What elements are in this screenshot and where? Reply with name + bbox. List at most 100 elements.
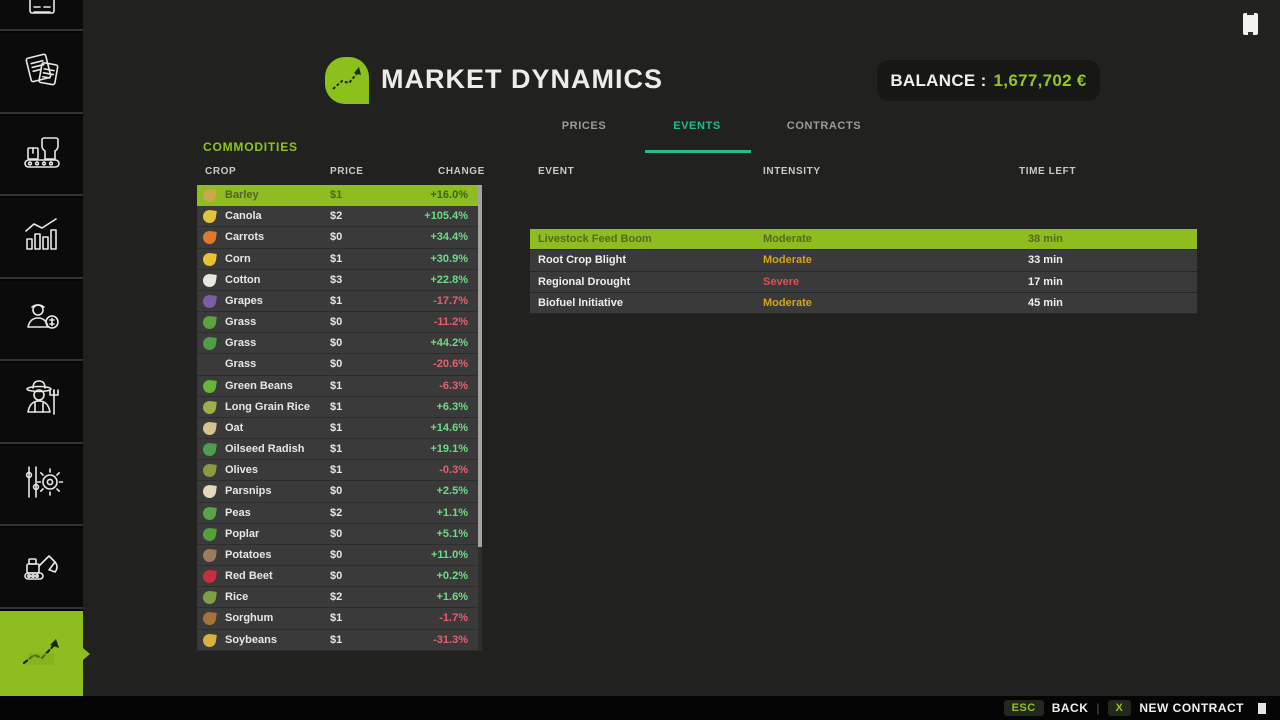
sidebar-item-partial-top[interactable] [0, 0, 83, 31]
event-table: Livestock Feed BoomModerate38 minRoot Cr… [530, 229, 1197, 314]
parsnips-icon [202, 485, 217, 500]
farmer-icon [18, 376, 66, 429]
green-beans-icon [202, 379, 217, 394]
crop-name: Red Beet [225, 570, 273, 582]
crop-name: Long Grain Rice [225, 401, 310, 413]
crop-change: +1.1% [437, 507, 469, 519]
commodity-row[interactable]: Canola$2+105.4% [197, 206, 478, 227]
commodity-row[interactable]: Poplar$0+5.1% [197, 524, 478, 545]
grass-icon [202, 315, 217, 330]
commodity-row[interactable]: Cotton$3+22.8% [197, 270, 478, 291]
tab-prices[interactable]: PRICES [562, 120, 607, 132]
documents-icon [20, 48, 64, 97]
x-key-badge: X [1108, 700, 1132, 716]
crop-price: $2 [330, 591, 342, 603]
canola-icon [202, 209, 217, 224]
commodity-scrollbar-thumb[interactable] [478, 185, 482, 547]
carrots-icon [202, 231, 217, 246]
commodity-row[interactable]: Olives$1-0.3% [197, 460, 478, 481]
event-time-left: 17 min [1028, 276, 1063, 288]
commodity-row[interactable]: Long Grain Rice$1+6.3% [197, 397, 478, 418]
event-row[interactable]: Root Crop BlightModerate33 min [530, 250, 1197, 271]
event-row[interactable]: Livestock Feed BoomModerate38 min [530, 229, 1197, 250]
crop-price: $1 [330, 464, 342, 476]
crop-name: Grapes [225, 295, 263, 307]
commodity-row[interactable]: Green Beans$1-6.3% [197, 376, 478, 397]
crop-change: +105.4% [424, 210, 468, 222]
crop-price: $0 [330, 549, 342, 561]
commodity-row[interactable]: Sorghum$1-1.7% [197, 608, 478, 629]
crop-change: +19.1% [430, 443, 468, 455]
long-grain-rice-icon [202, 400, 217, 415]
crop-name: Carrots [225, 231, 264, 243]
event-intensity: Moderate [763, 297, 812, 309]
crop-change: +44.2% [430, 337, 468, 349]
crop-name: Sorghum [225, 612, 273, 624]
commodity-row[interactable]: Parsnips$0+2.5% [197, 481, 478, 502]
commodity-row[interactable]: Peas$2+1.1% [197, 503, 478, 524]
crop-price: $0 [330, 231, 342, 243]
event-name: Regional Drought [538, 276, 630, 288]
commodities-section-label: COMMODITIES [203, 140, 298, 154]
commodity-row[interactable]: Grapes $1 -17.7% [197, 291, 478, 312]
event-name: Root Crop Blight [538, 254, 626, 266]
back-button[interactable]: ESC BACK [1004, 700, 1089, 716]
commodity-row[interactable]: Soybeans$1-31.3% [197, 630, 478, 651]
peas-icon [202, 506, 217, 521]
sidebar-item-finances[interactable] [0, 281, 83, 362]
barley-icon [202, 188, 217, 203]
tab-contracts[interactable]: CONTRACTS [787, 120, 861, 132]
market-dynamics-icon [18, 631, 66, 676]
event-name: Biofuel Initiative [538, 297, 623, 309]
commodity-row[interactable]: Red Beet$0+0.2% [197, 566, 478, 587]
commodity-row[interactable]: Grass$0-20.6% [197, 354, 478, 375]
crop-change: +2.5% [437, 485, 469, 497]
commodity-row[interactable]: Grass$0-11.2% [197, 312, 478, 333]
sidebar-item-construction[interactable] [0, 528, 83, 609]
commodity-row[interactable]: Barley$1+16.0% [197, 185, 478, 206]
crop-change: +1.6% [437, 591, 469, 603]
event-row[interactable]: Biofuel Initiative Moderate 45 min [530, 293, 1197, 314]
potatoes-icon [202, 548, 217, 563]
crop-name: Soybeans [225, 634, 277, 646]
new-contract-button[interactable]: X NEW CONTRACT [1108, 700, 1245, 716]
crop-price: $1 [330, 189, 342, 201]
page-title: MARKET DYNAMICS [381, 64, 663, 95]
crop-name: Oat [225, 422, 243, 434]
commodity-row[interactable]: Carrots$0+34.4% [197, 227, 478, 248]
crop-price: $3 [330, 274, 342, 286]
sidebar-item-market-dynamics[interactable] [0, 611, 83, 697]
sidebar-item-production[interactable] [0, 116, 83, 197]
event-time-left: 33 min [1028, 254, 1063, 266]
active-tab-underline [645, 150, 751, 153]
phone-icon [1243, 13, 1258, 35]
crop-change: -17.7% [433, 295, 468, 307]
red-beet-icon [202, 569, 217, 584]
olives-icon [202, 463, 217, 478]
commodity-row[interactable]: Oilseed Radish$1+19.1% [197, 439, 478, 460]
cotton-icon [202, 273, 217, 288]
event-row[interactable]: Regional DroughtSevere17 min [530, 272, 1197, 293]
sidebar-item-farmer[interactable] [0, 363, 83, 444]
commodity-row[interactable]: Grass$0+44.2% [197, 333, 478, 354]
crop-name: Parsnips [225, 485, 271, 497]
commodity-row[interactable]: Oat$1+14.6% [197, 418, 478, 439]
sidebar-item-settings[interactable] [0, 446, 83, 527]
sidebar-item-documents[interactable] [0, 33, 83, 114]
crop-name: Olives [225, 464, 258, 476]
commodity-row[interactable]: Rice$2+1.6% [197, 587, 478, 608]
crop-change: -31.3% [433, 634, 468, 646]
construction-icon [19, 542, 65, 593]
crop-price: $1 [330, 295, 342, 307]
active-item-arrow [83, 648, 90, 660]
sidebar-item-statistics[interactable] [0, 198, 83, 279]
tab-events[interactable]: EVENTS [673, 120, 721, 132]
crop-name: Green Beans [225, 380, 293, 392]
crop-column-header: CROP [205, 166, 236, 177]
event-time-left: 45 min [1028, 297, 1063, 309]
crop-name: Grass [225, 358, 256, 370]
price-column-header: PRICE [330, 166, 364, 177]
commodity-row[interactable]: Potatoes$0+11.0% [197, 545, 478, 566]
commodity-row[interactable]: Corn$1+30.9% [197, 249, 478, 270]
bottom-bar: ESC BACK | X NEW CONTRACT [0, 696, 1280, 720]
